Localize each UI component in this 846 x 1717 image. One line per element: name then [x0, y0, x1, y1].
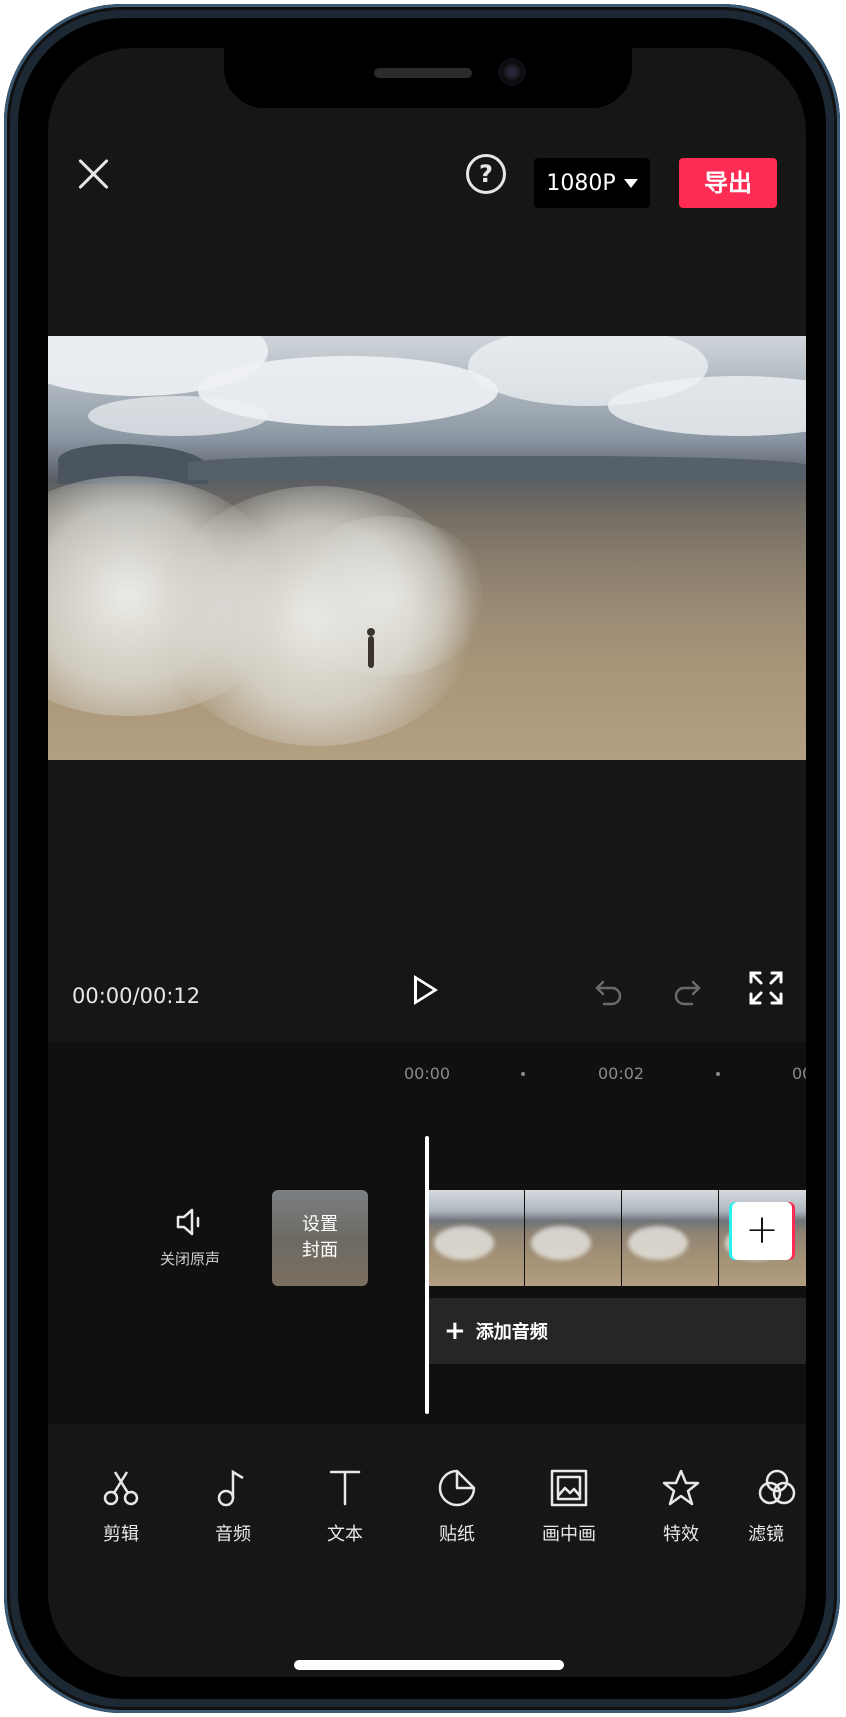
- tool-audio[interactable]: 音频: [188, 1466, 278, 1546]
- mute-original-audio-button[interactable]: 关闭原声: [152, 1204, 228, 1269]
- video-preview[interactable]: [48, 336, 806, 760]
- picture-in-picture-icon: [550, 1469, 588, 1507]
- cover-label-line1: 设置: [302, 1214, 338, 1235]
- clip-thumbnail: [428, 1190, 524, 1286]
- add-clip-button[interactable]: +: [732, 1202, 792, 1260]
- app-screen: ? 1080P 导出 00:00/00:12 00:00 00:02 0 关闭原…: [48, 48, 806, 1677]
- redo-icon[interactable]: [672, 976, 702, 1006]
- text-icon: [329, 1470, 361, 1506]
- export-button[interactable]: 导出: [679, 158, 777, 208]
- mute-label: 关闭原声: [159, 1250, 220, 1268]
- clip-thumbnail: [525, 1190, 621, 1286]
- tool-label: 特效: [663, 1524, 699, 1545]
- earpiece-speaker: [374, 68, 472, 78]
- tool-label: 音频: [215, 1524, 251, 1545]
- person-figure: [367, 628, 375, 668]
- clip-thumbnail: [622, 1190, 718, 1286]
- resolution-button[interactable]: 1080P: [534, 158, 650, 208]
- tool-effects[interactable]: 特效: [636, 1466, 726, 1546]
- notch: [224, 48, 632, 108]
- plus-icon: +: [444, 1316, 466, 1346]
- time-tick: 00:00: [404, 1064, 451, 1083]
- speaker-icon: [176, 1208, 200, 1236]
- music-note-icon: [217, 1469, 244, 1507]
- play-icon[interactable]: [414, 975, 438, 1005]
- tick-dot: [716, 1072, 720, 1076]
- add-audio-label: 添加音频: [475, 1322, 548, 1343]
- tick-dot: [521, 1072, 525, 1076]
- help-icon[interactable]: ?: [466, 154, 506, 194]
- tool-label: 贴纸: [439, 1524, 475, 1545]
- sticker-icon: [438, 1469, 476, 1507]
- timeline[interactable]: 00:00 00:02 00 关闭原声 设置 封面: [48, 1042, 806, 1424]
- tool-sticker[interactable]: 贴纸: [412, 1466, 502, 1546]
- bottom-toolbar: 剪辑 音频 文本 贴纸 画中画 特效 滤镜: [48, 1424, 806, 1584]
- filter-icon: [758, 1469, 796, 1505]
- phone-frame: ? 1080P 导出 00:00/00:12 00:00 00:02 0 关闭原…: [4, 4, 840, 1713]
- tool-picture-in-picture[interactable]: 画中画: [524, 1466, 614, 1546]
- time-tick: 00: [792, 1064, 806, 1083]
- tool-label: 画中画: [542, 1524, 596, 1545]
- time-tick: 00:02: [598, 1064, 645, 1083]
- tool-label: 文本: [327, 1524, 363, 1545]
- close-icon[interactable]: [72, 152, 116, 196]
- tool-text[interactable]: 文本: [300, 1466, 390, 1546]
- fullscreen-icon[interactable]: [748, 970, 784, 1006]
- add-audio-button[interactable]: + 添加音频: [428, 1298, 806, 1364]
- front-camera: [498, 58, 526, 86]
- cover-label-line2: 封面: [302, 1240, 338, 1261]
- set-cover-button[interactable]: 设置 封面: [272, 1190, 368, 1286]
- home-indicator[interactable]: [294, 1660, 564, 1670]
- tool-label: 滤镜: [748, 1524, 784, 1545]
- resolution-label: 1080P: [546, 170, 616, 196]
- caret-down-icon: [623, 178, 638, 188]
- playhead[interactable]: [425, 1136, 429, 1414]
- tool-filter[interactable]: 滤镜: [738, 1466, 806, 1546]
- timecode: 00:00/00:12: [72, 984, 201, 1008]
- star-effects-icon: [662, 1469, 700, 1506]
- tool-edit[interactable]: 剪辑: [76, 1466, 166, 1546]
- undo-icon[interactable]: [594, 976, 624, 1006]
- scissors-icon: [103, 1471, 139, 1506]
- tool-label: 剪辑: [103, 1524, 139, 1545]
